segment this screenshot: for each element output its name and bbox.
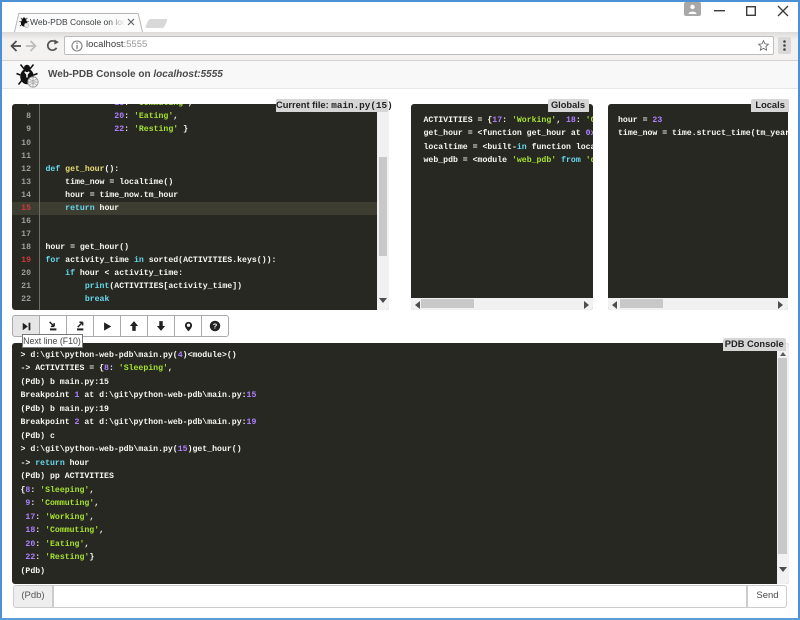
svg-text:?: ? bbox=[213, 322, 218, 331]
